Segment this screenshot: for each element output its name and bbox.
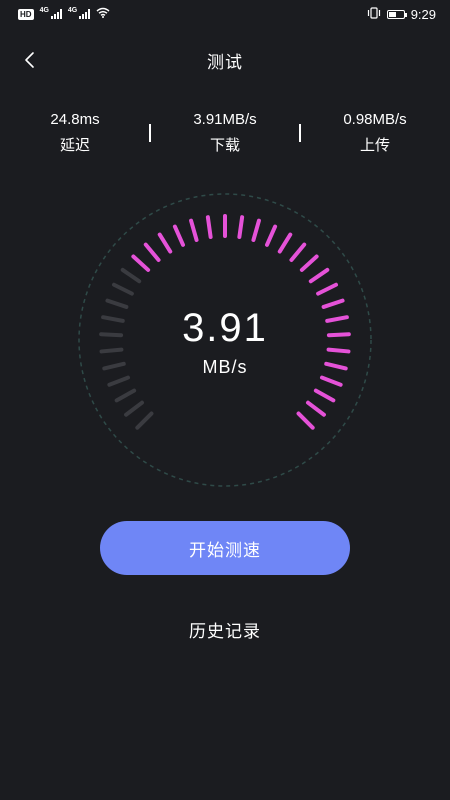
gauge-tick-active xyxy=(313,388,336,403)
signal-icon: 4G xyxy=(39,7,62,19)
speed-test-screen: HD 4G 4G 9:29 测试 24.8ms 延迟 3.91MB/s 下载 0… xyxy=(0,0,450,800)
gauge-tick-active xyxy=(172,224,185,247)
vibrate-icon xyxy=(367,7,381,22)
speed-gauge: 3.91 MB/s xyxy=(75,190,375,490)
header: 测试 xyxy=(0,40,450,80)
gauge-tick-active xyxy=(237,215,245,239)
gauge-value: 3.91 xyxy=(182,306,268,350)
gauge-tick-active xyxy=(157,232,173,254)
wifi-icon xyxy=(96,7,110,21)
gauge-tick-active xyxy=(316,282,338,296)
history-link[interactable]: 历史记录 xyxy=(0,617,450,642)
status-time: 9:29 xyxy=(410,7,436,22)
latency-stat: 24.8ms 延迟 xyxy=(15,110,135,156)
status-right: 9:29 xyxy=(367,7,436,22)
hd-icon: HD xyxy=(18,8,34,20)
gauge-tick-inactive xyxy=(107,375,131,387)
gauge-tick-active xyxy=(289,242,307,262)
gauge-tick-active xyxy=(265,224,278,247)
battery-icon xyxy=(386,10,407,19)
gauge-tick-active xyxy=(305,400,326,417)
upload-label: 上传 xyxy=(359,137,390,154)
gauge-tick-active xyxy=(308,267,330,284)
gauge-tick-active xyxy=(131,254,151,272)
gauge-tick-inactive xyxy=(124,400,145,417)
stat-divider xyxy=(149,124,151,142)
status-bar: HD 4G 4G 9:29 xyxy=(0,0,450,32)
gauge-tick-active xyxy=(205,215,213,239)
network-type-label: 4G xyxy=(39,7,49,14)
gauge-tick-active xyxy=(143,242,161,262)
download-label: 下载 xyxy=(209,137,240,154)
gauge-tick-inactive xyxy=(112,282,134,296)
network-type-label: 4G xyxy=(67,7,78,14)
upload-value: 0.98MB/s xyxy=(343,111,407,128)
download-value: 3.91MB/s xyxy=(193,111,257,128)
signal-icon: 4G xyxy=(67,7,91,19)
stat-divider xyxy=(299,124,301,142)
gauge-unit: MB/s xyxy=(202,357,248,377)
gauge-tick-active xyxy=(319,375,343,387)
gauge-tick-inactive xyxy=(114,388,137,403)
gauge-tick-inactive xyxy=(120,267,142,284)
gauge-tick-active xyxy=(189,218,199,242)
start-test-button[interactable]: 开始测速 xyxy=(100,521,350,575)
download-stat: 3.91MB/s 下载 xyxy=(165,110,285,156)
latency-label: 延迟 xyxy=(59,137,90,154)
upload-stat: 0.98MB/s 上传 xyxy=(315,110,435,156)
gauge-tick-active xyxy=(296,411,315,430)
stats-row: 24.8ms 延迟 3.91MB/s 下载 0.98MB/s 上传 xyxy=(0,110,450,170)
gauge-tick-active xyxy=(299,254,319,272)
latency-value: 24.8ms xyxy=(50,111,100,128)
gauge-tick-inactive xyxy=(135,411,154,430)
page-title: 测试 xyxy=(207,53,243,72)
status-left: HD 4G 4G xyxy=(18,7,110,21)
gauge-tick-active xyxy=(251,218,261,242)
gauge-tick-active xyxy=(277,232,293,254)
